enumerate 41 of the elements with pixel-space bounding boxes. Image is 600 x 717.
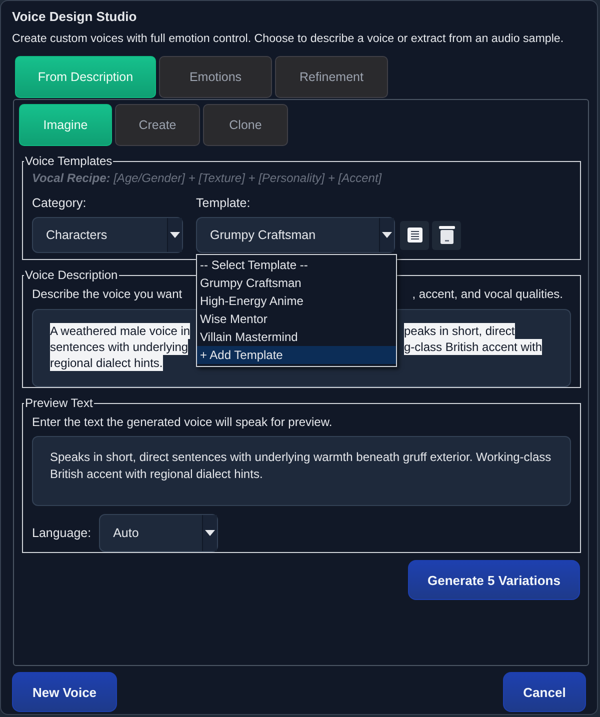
delete-button[interactable]	[432, 220, 461, 250]
window-title: Voice Design Studio	[12, 9, 138, 26]
subtab[interactable]: Clone	[203, 104, 288, 146]
footer-button[interactable]: New Voice	[12, 672, 117, 712]
description-text: A weathered male voice in	[50, 323, 190, 339]
footer-button[interactable]: Cancel	[503, 672, 586, 712]
tab[interactable]: Emotions	[159, 56, 272, 98]
recipe-hint: Vocal Recipe: [Age/Gender] + [Texture] + [Personality] + [Accent]	[32, 171, 383, 185]
preview-hint: Enter the text the generated voice will speak for preview.	[32, 415, 334, 429]
tab[interactable]: Refinement	[275, 56, 388, 98]
description-hint: Describe the voice you want	[32, 287, 182, 301]
preview-text-area[interactable]: Speaks in short, direct sentences with underlying warmth beneath gruff exterior. Working-class British accent with regional dialect hints.	[32, 436, 571, 506]
description-text: regional dialect hints.	[50, 355, 163, 371]
group-title: Voice Templates	[24, 154, 114, 168]
group-title: Voice Description	[24, 268, 119, 282]
category-dropdown[interactable]: Characters	[32, 217, 183, 253]
template-dropdown[interactable]: Grumpy Craftsman	[196, 217, 395, 253]
category-label: Category:	[32, 196, 88, 210]
generate-button[interactable]: Generate 5 Variations	[408, 560, 580, 600]
document-icon	[406, 227, 422, 243]
description-text: g-class British accent with	[404, 339, 542, 355]
caret-icon	[170, 232, 180, 238]
language-label: Language:	[32, 526, 92, 540]
notes-button[interactable]	[400, 220, 429, 250]
window-subtitle: Create custom voices with full emotion control. Choose to describe a voice or extract from an audio sample.	[12, 32, 565, 47]
dropdown-option[interactable]: -- Select Template --	[197, 256, 396, 274]
dropdown-option[interactable]: High-Energy Anime	[197, 292, 396, 310]
caret-icon	[382, 232, 392, 238]
description-text: peaks in short, direct	[404, 323, 515, 339]
subtab[interactable]: Create	[115, 104, 200, 146]
description-hint: , accent, and vocal qualities.	[412, 287, 563, 301]
dropdown-option[interactable]: Wise Mentor	[197, 310, 396, 328]
group-title: Preview Text	[24, 396, 94, 410]
dropdown-option[interactable]: + Add Template	[197, 346, 396, 364]
template-label: Template:	[196, 196, 250, 210]
trash-icon	[438, 226, 454, 244]
dropdown-option[interactable]: Villain Mastermind	[197, 328, 396, 346]
caret-icon	[205, 530, 216, 536]
dropdown-option[interactable]: Grumpy Craftsman	[197, 274, 396, 292]
language-dropdown[interactable]: Auto	[99, 514, 218, 552]
description-text: sentences with underlying	[50, 339, 188, 355]
